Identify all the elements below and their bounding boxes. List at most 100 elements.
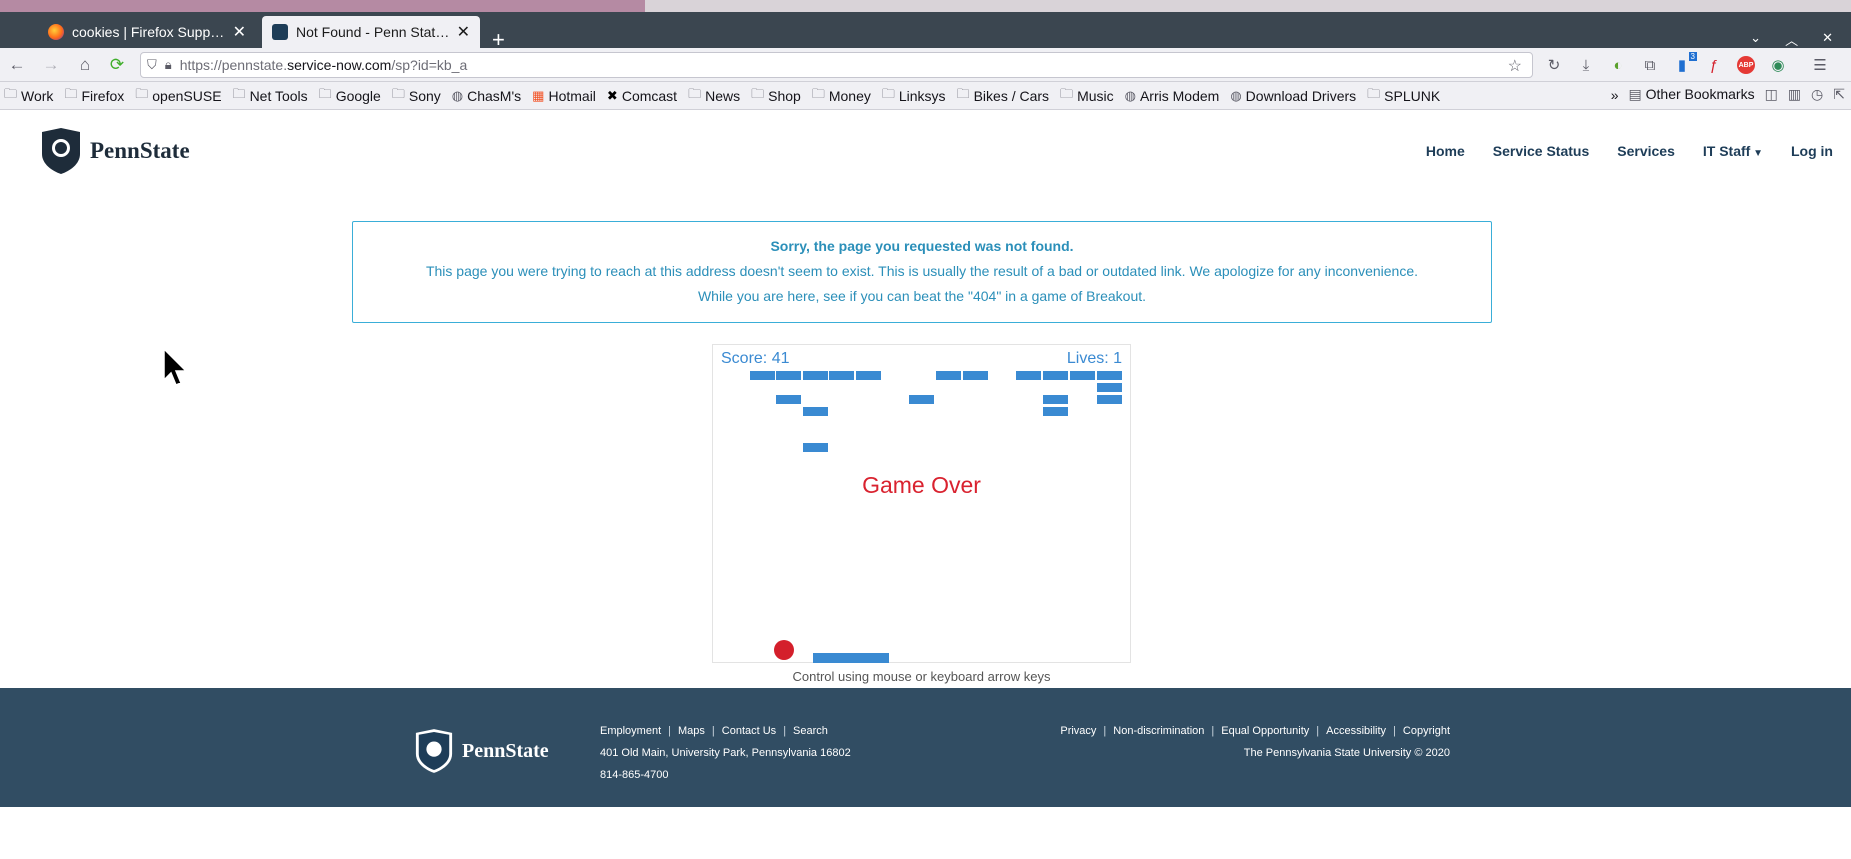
footer-link-employment[interactable]: Employment [600,725,661,737]
game-brick [1043,395,1068,404]
footer-link-equal-opportunity[interactable]: Equal Opportunity [1221,725,1309,737]
url-bar[interactable]: ⛉ 🔒︎ https://pennstate. service-now.com/s… [140,52,1533,78]
bookmark-net-tools[interactable]: 🗀︎ Net Tools [233,85,308,107]
tab-bar: cookies | Firefox Support F ✕ Not Found … [0,12,1851,52]
tab-title: cookies | Firefox Support F [72,24,227,40]
bookmark-download-drivers[interactable]: ◍ Download Drivers [1230,88,1356,104]
footer-logo[interactable]: PennState [414,729,549,773]
download-icon[interactable]: ⤓ [1577,56,1595,74]
reload-icon[interactable]: ↻ [1545,56,1563,74]
nav-log-in[interactable]: Log in [1791,143,1833,159]
footer-link-search[interactable]: Search [793,725,828,737]
adblock-icon[interactable]: ABP [1737,56,1755,74]
footer-link-accessibility[interactable]: Accessibility [1326,725,1386,737]
game-brick [803,443,828,452]
bookmark-splunk[interactable]: 🗀︎ SPLUNK [1367,85,1440,107]
chevrons-icon[interactable]: » [1611,87,1619,103]
nav-home[interactable]: Home [1426,143,1465,159]
top-nav: Home Service Status Services IT Staff ▼ … [1426,143,1833,159]
footer-left-column: Employment | Maps | Contact Us | Search 401 Ol… [600,720,851,786]
footer-link-maps[interactable]: Maps [678,725,705,737]
bookmark-music[interactable]: 🗀︎ Music [1060,85,1114,107]
footer-link-privacy[interactable]: Privacy [1060,725,1096,737]
globe-icon: ◍ [451,87,464,103]
bookmark-money[interactable]: 🗀︎ Money [812,85,871,107]
bookmark-opensuse[interactable]: 🗀︎ openSUSE [135,85,221,107]
close-tab-icon[interactable]: ✕ [457,22,470,42]
tab-not-found[interactable]: Not Found - Penn State's IT ✕ [262,16,480,48]
footer-link-copyright[interactable]: Copyright [1403,725,1450,737]
nittany-lion-shield-icon [415,729,453,773]
game-score: Score: 41 [721,350,790,367]
forward-icon[interactable]: → [40,54,62,76]
flash-icon[interactable]: ƒ [1705,56,1723,74]
footer-right-column: Privacy | Non-discrimination | Equal Opportu… [1060,720,1450,764]
bookmark-google[interactable]: 🗀︎ Google [319,85,381,107]
game-brick [1016,371,1041,380]
maximize-icon[interactable]: ︿ [1785,30,1798,49]
bookmark-hotmail[interactable]: ▦ Hotmail [532,88,596,104]
tab-firefox-support[interactable]: cookies | Firefox Support F ✕ [38,16,256,48]
bookmark-work[interactable]: 🗀︎ Work [4,85,53,107]
shield-icon[interactable]: ⛉ [147,57,157,73]
page-bottom-space [0,807,1851,859]
game-brick [829,371,854,380]
bookmark-label: News [705,87,741,104]
list-tabs-icon[interactable]: ⌄ [1750,30,1761,49]
footer-phone: 814-865-4700 [600,769,669,781]
bookmark-star-icon[interactable]: ☆ [1508,56,1522,76]
home-icon[interactable]: ⌂ [74,54,96,76]
extension-icon[interactable]: ◐ [1609,56,1627,74]
pin-icon[interactable]: ⇱ [1833,86,1845,103]
nav-it-staff[interactable]: IT Staff ▼ [1703,143,1763,159]
pennstate-favicon-icon [272,24,288,40]
library-icon[interactable]: ▥ [1788,86,1801,103]
game-lives: Lives: 1 [1066,350,1122,367]
back-icon[interactable]: ← [6,54,28,76]
tracker-icon[interactable]: ◉ [1769,56,1787,74]
nav-services[interactable]: Services [1617,143,1675,159]
bookmark-linksys[interactable]: 🗀︎ Linksys [882,85,946,107]
footer-link-non-discrimination[interactable]: Non-discrimination [1113,725,1204,737]
sidebar-icon[interactable]: ◫ [1765,86,1778,103]
bookmark-label: Comcast [621,87,678,104]
mouse-cursor-icon [163,348,187,386]
folder-icon: 🗀︎ [391,85,405,101]
close-window-icon[interactable]: ✕ [1822,30,1833,49]
game-brick [1070,371,1095,380]
bookmark-shop[interactable]: 🗀︎ Shop [751,85,801,107]
sync-icon[interactable]: ⟳ [106,54,128,76]
bookmark-arris-modem[interactable]: ◍ Arris Modem [1125,88,1220,104]
menu-icon[interactable]: ☰ [1811,56,1829,74]
nav-toolbar: ← → ⌂ ⟳ ⛉ 🔒︎ https://pennstate. service-n… [0,48,1851,82]
footer-link-contact-us[interactable]: Contact Us [722,725,776,737]
folder-icon: 🗀︎ [688,85,702,101]
extension-badge-icon[interactable]: ▮ 3 [1673,52,1697,74]
bookmark-comcast[interactable]: ✖ Comcast [607,88,677,104]
lock-icon[interactable]: 🔒︎ [165,57,172,73]
bookmarks-toolbar: 🗀︎ Work 🗀︎ Firefox 🗀︎ openSUSE 🗀︎ Net Tools 🗀︎ Go… [0,82,1851,110]
game-paddle[interactable] [813,653,889,663]
nav-it-staff-label: IT Staff [1702,143,1751,159]
breakout-game-canvas[interactable]: Score: 41 Lives: 1 Game Over [712,344,1131,663]
folder-icon: 🗀︎ [811,85,825,101]
footer-copyright: The Pennsylvania State University © 2020 [1243,747,1450,759]
bookmark-label: Firefox [81,87,125,104]
pennstate-logo[interactable]: PennState [40,128,190,174]
nittany-lion-shield-icon [42,128,80,174]
other-bookmarks[interactable]: ▤ Other Bookmarks [1629,86,1755,103]
bookmark-news[interactable]: 🗀︎ News [688,85,740,107]
bookmark-firefox[interactable]: 🗀︎ Firefox [64,85,124,107]
game-over-text: Game Over [862,472,981,498]
folder-icon: 🗀︎ [881,85,895,101]
bookmark-label: openSUSE [152,87,222,104]
bookmark-chasm-s[interactable]: ◍ ChasM's [452,88,521,104]
history-icon[interactable]: ◷ [1811,86,1823,103]
nav-service-status[interactable]: Service Status [1493,143,1590,159]
bookmark-sony[interactable]: 🗀︎ Sony [392,85,441,107]
close-tab-icon[interactable]: ✕ [233,22,246,42]
bookmarks-overflow: » ▤ Other Bookmarks ◫ ▥ ◷ ⇱ [1611,86,1845,103]
puzzle-icon[interactable]: ⧉ [1641,56,1659,74]
bookmark-bikes-cars[interactable]: 🗀︎ Bikes / Cars [957,85,1049,107]
alert-game-invite: While you are here, see if you can beat … [697,288,1147,304]
